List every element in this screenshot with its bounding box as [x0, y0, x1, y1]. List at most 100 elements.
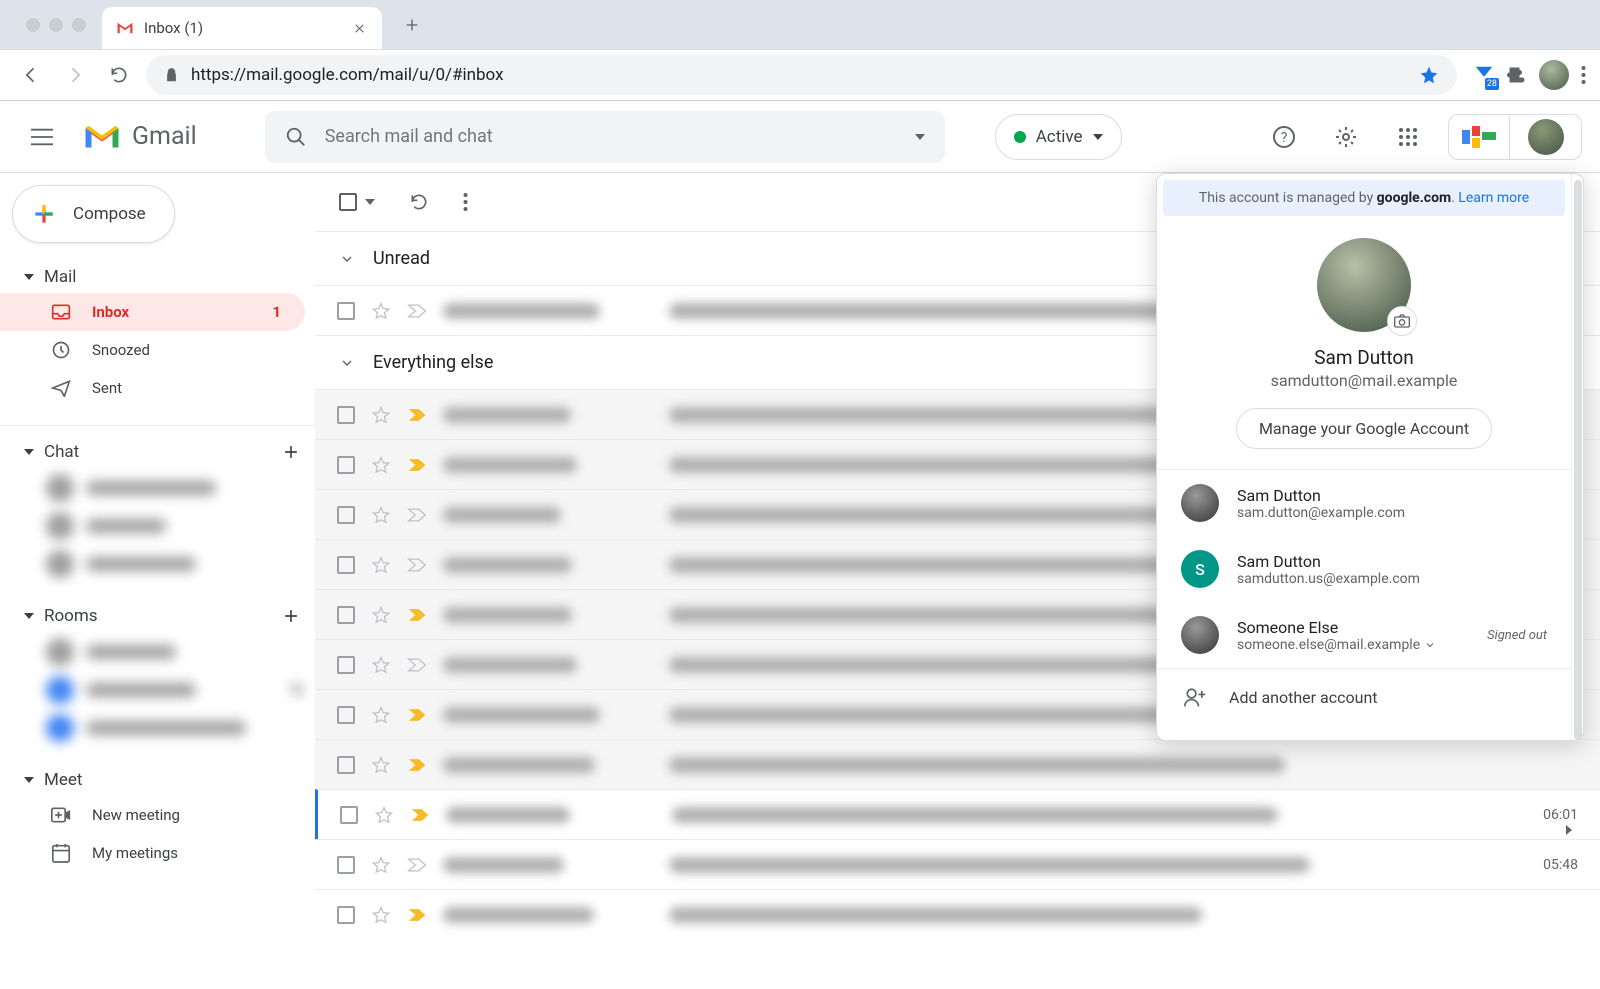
row-checkbox[interactable]	[337, 706, 355, 724]
chat-contact[interactable]	[46, 508, 305, 544]
main-menu-icon[interactable]	[18, 113, 66, 161]
add-chat-icon[interactable]	[281, 442, 301, 462]
sidebar-item-snoozed[interactable]: Snoozed	[0, 331, 305, 369]
star-icon[interactable]	[371, 855, 391, 875]
select-all-checkbox[interactable]	[339, 193, 375, 211]
forward-button[interactable]	[58, 58, 92, 92]
sidebar-item-sent[interactable]: Sent	[0, 369, 305, 407]
mail-row[interactable]: 05:48	[315, 839, 1600, 889]
star-icon[interactable]	[371, 605, 391, 625]
star-icon[interactable]	[371, 505, 391, 525]
importance-icon[interactable]	[407, 507, 427, 523]
row-checkbox[interactable]	[337, 556, 355, 574]
mail-section-header[interactable]: Mail	[0, 261, 315, 293]
row-checkbox[interactable]	[337, 756, 355, 774]
url-bar[interactable]: https://mail.google.com/mail/u/0/#inbox	[146, 55, 1457, 95]
chat-contact[interactable]	[46, 546, 305, 582]
sidebar-item-my-meetings[interactable]: My meetings	[0, 834, 305, 872]
refresh-icon[interactable]	[409, 192, 429, 212]
chat-section-header[interactable]: Chat	[0, 436, 315, 468]
star-icon[interactable]	[371, 905, 391, 925]
learn-more-link[interactable]: Learn more	[1458, 190, 1529, 206]
row-checkbox[interactable]	[337, 856, 355, 874]
manage-account-button[interactable]: Manage your Google Account	[1236, 408, 1492, 449]
mail-row[interactable]: 06:01	[315, 789, 1600, 839]
inbox-icon	[50, 303, 72, 321]
account-avatar[interactable]	[1510, 114, 1582, 160]
chrome-menu-icon[interactable]	[1581, 65, 1586, 85]
popover-scrollbar[interactable]	[1571, 174, 1583, 740]
chevron-down-icon	[339, 355, 355, 371]
add-room-icon[interactable]	[281, 606, 301, 626]
row-checkbox[interactable]	[337, 906, 355, 924]
more-icon[interactable]	[463, 192, 468, 212]
room-item[interactable]	[46, 710, 305, 746]
importance-icon[interactable]	[410, 807, 430, 823]
settings-gear-icon[interactable]	[1324, 115, 1368, 159]
new-tab-icon[interactable]	[404, 17, 420, 33]
chrome-profile-avatar[interactable]	[1539, 60, 1569, 90]
puzzle-icon[interactable]	[1507, 65, 1527, 85]
star-icon[interactable]	[371, 555, 391, 575]
row-checkbox[interactable]	[337, 506, 355, 524]
importance-icon[interactable]	[407, 857, 427, 873]
account-row[interactable]: S Sam Dutton samdutton.us@example.com	[1157, 536, 1571, 602]
mail-row[interactable]	[315, 739, 1600, 789]
status-dot-icon	[1014, 131, 1026, 143]
importance-icon[interactable]	[407, 757, 427, 773]
add-account-button[interactable]: Add another account	[1157, 668, 1571, 725]
account-avatar-large[interactable]	[1317, 238, 1411, 332]
importance-icon[interactable]	[407, 607, 427, 623]
importance-icon[interactable]	[407, 657, 427, 673]
sidebar-item-inbox[interactable]: Inbox 1	[0, 293, 305, 331]
room-item[interactable]	[46, 672, 305, 708]
row-checkbox[interactable]	[337, 406, 355, 424]
window-controls[interactable]	[12, 18, 94, 32]
importance-icon[interactable]	[407, 303, 427, 319]
chat-contact[interactable]	[46, 470, 305, 506]
gmail-brand[interactable]: Gmail	[82, 122, 197, 152]
extension-icon[interactable]: 28	[1473, 64, 1495, 86]
star-icon[interactable]	[371, 455, 391, 475]
svg-text:?: ?	[1281, 130, 1288, 146]
importance-icon[interactable]	[407, 457, 427, 473]
star-icon[interactable]	[374, 805, 394, 825]
camera-icon[interactable]	[1387, 306, 1417, 336]
bookmark-star-icon[interactable]	[1419, 65, 1439, 85]
help-icon[interactable]: ?	[1262, 115, 1306, 159]
close-tab-icon[interactable]	[353, 22, 366, 35]
row-checkbox[interactable]	[337, 656, 355, 674]
meet-section-header[interactable]: Meet	[0, 764, 315, 796]
row-checkbox[interactable]	[337, 302, 355, 320]
apps-grid-icon[interactable]	[1386, 115, 1430, 159]
search-box[interactable]	[265, 111, 945, 163]
compose-button[interactable]: Compose	[12, 185, 175, 243]
star-icon[interactable]	[371, 755, 391, 775]
star-icon[interactable]	[371, 301, 391, 321]
rooms-section-header[interactable]: Rooms	[0, 600, 315, 632]
reload-button[interactable]	[102, 58, 136, 92]
importance-icon[interactable]	[407, 707, 427, 723]
row-checkbox[interactable]	[337, 456, 355, 474]
search-input[interactable]	[325, 126, 897, 147]
star-icon[interactable]	[371, 405, 391, 425]
room-item[interactable]	[46, 634, 305, 670]
show-side-panel-icon[interactable]	[1552, 813, 1586, 847]
star-icon[interactable]	[371, 655, 391, 675]
star-icon[interactable]	[371, 705, 391, 725]
browser-tab[interactable]: Inbox (1)	[102, 7, 382, 49]
workspace-icon[interactable]	[1448, 114, 1510, 160]
row-checkbox[interactable]	[337, 606, 355, 624]
importance-icon[interactable]	[407, 907, 427, 923]
importance-icon[interactable]	[407, 407, 427, 423]
status-pill[interactable]: Active	[995, 114, 1122, 160]
account-row[interactable]: Sam Dutton sam.dutton@example.com	[1157, 470, 1571, 536]
row-checkbox[interactable]	[340, 806, 358, 824]
search-options-icon[interactable]	[915, 134, 925, 140]
account-avatar-icon	[1181, 616, 1219, 654]
account-row[interactable]: Someone Else someone.else@mail.example S…	[1157, 602, 1571, 668]
importance-icon[interactable]	[407, 557, 427, 573]
sidebar-item-new-meeting[interactable]: New meeting	[0, 796, 305, 834]
back-button[interactable]	[14, 58, 48, 92]
mail-row[interactable]	[315, 889, 1600, 939]
